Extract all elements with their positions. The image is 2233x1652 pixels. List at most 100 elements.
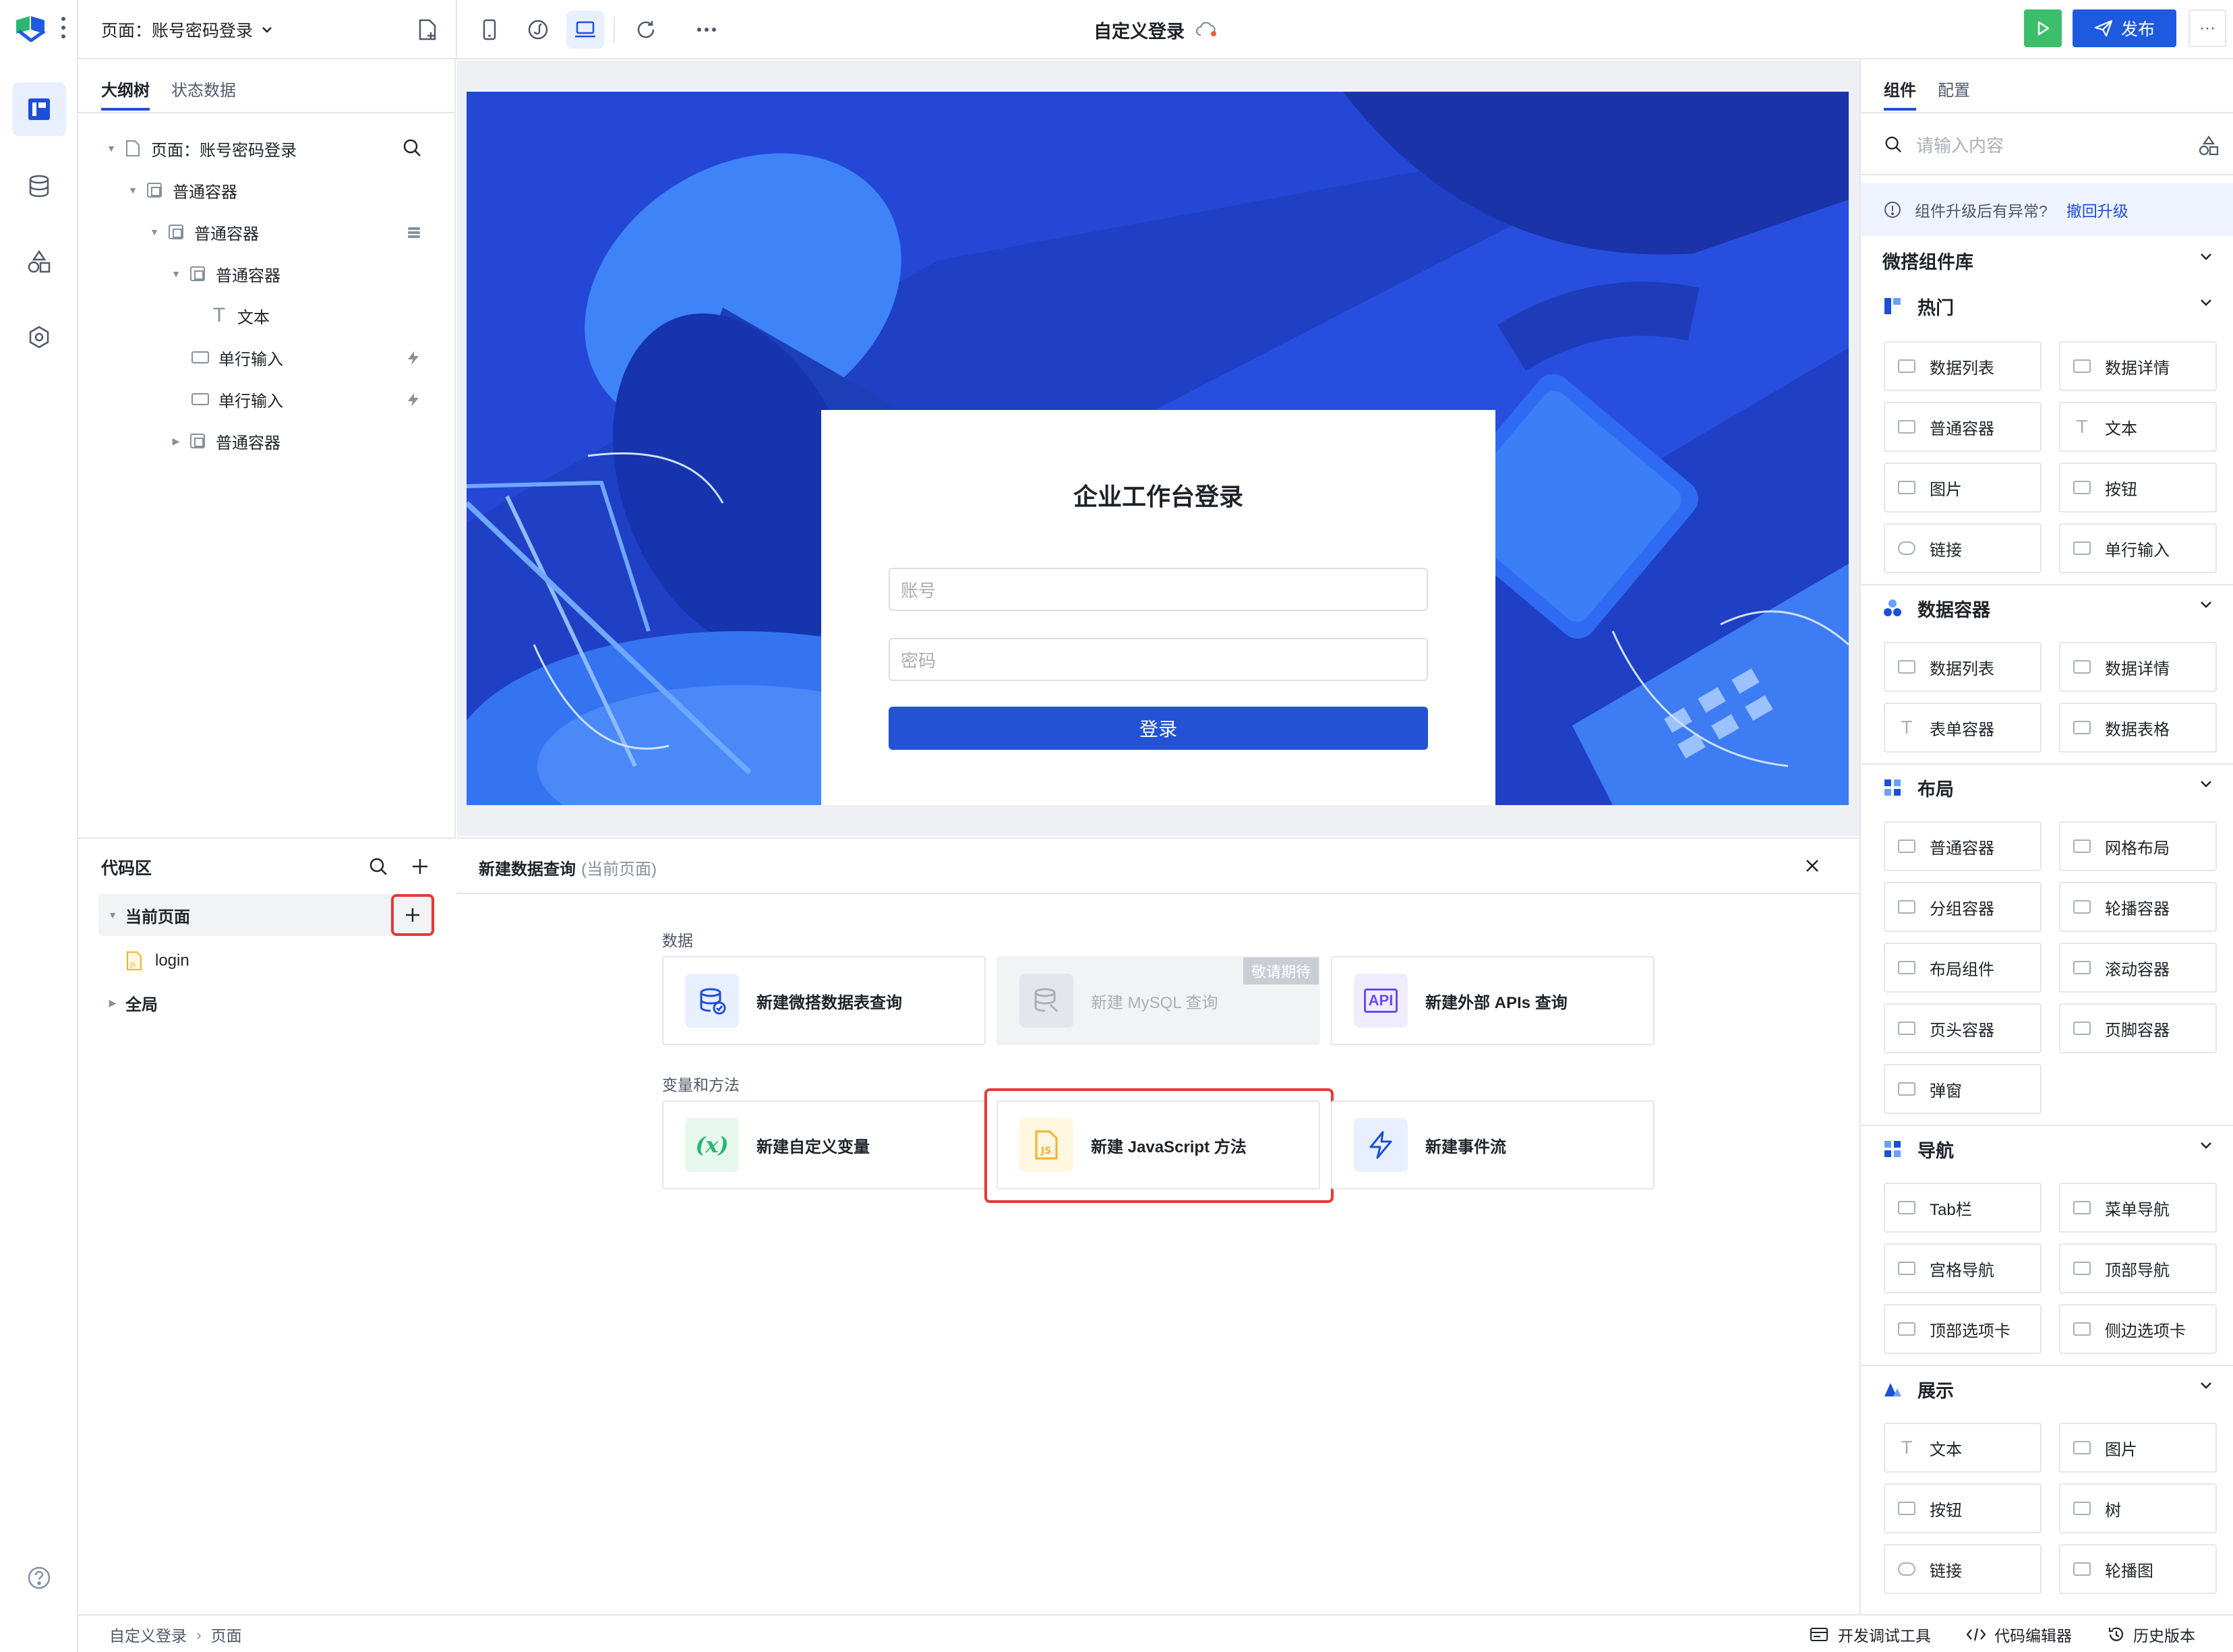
section-data-container-header[interactable]: 数据容器 [1861,587,2233,630]
caret-down-icon[interactable]: ▼ [148,226,160,238]
section-navigation-header[interactable]: 导航 [1861,1127,2233,1171]
desktop-view-button[interactable] [566,11,604,49]
tab-config[interactable]: 配置 [1938,77,1970,100]
component-data-list[interactable]: 数据列表 [1884,341,2042,391]
revert-upgrade-link[interactable]: 撤回升级 [2066,198,2128,221]
component-link[interactable]: 链接 [1884,1544,2042,1594]
tree-node-container[interactable]: ▼ 普通容器 [170,254,280,294]
tree-node-text[interactable]: T 文本 [210,295,270,336]
component-group-container[interactable]: 分组容器 [1884,882,2042,932]
new-external-api-query-card[interactable]: API 新建外部 APIs 查询 [1331,956,1655,1045]
tree-node-input[interactable]: 单行输入 [191,379,283,419]
component-header-container[interactable]: 页头容器 [1884,1003,2042,1053]
section-display-header[interactable]: 展示 [1861,1367,2233,1411]
component-input[interactable]: 单行输入 [2059,523,2217,573]
caret-down-icon[interactable]: ▼ [105,142,117,154]
layout-panel-icon[interactable] [12,82,66,136]
tree-node-container[interactable]: ▶ 普通容器 [170,421,280,461]
component-image[interactable]: 图片 [2059,1423,2217,1473]
publish-button[interactable]: 发布 [2073,9,2176,47]
code-group-global[interactable]: ▶ 全局 [107,982,158,1024]
component-tab-bar[interactable]: Tab栏 [1884,1183,2042,1233]
code-editor-button[interactable]: 代码编辑器 [1966,1624,2072,1645]
component-image[interactable]: 图片 [1884,463,2042,512]
component-tree[interactable]: 树 [2059,1483,2217,1533]
section-layout-header[interactable]: 布局 [1861,766,2233,809]
component-container[interactable]: 普通容器 [1884,402,2042,452]
tree-node-container[interactable]: ▼ 普通容器 [127,170,237,210]
tab-outline-tree[interactable]: 大纲树 [101,77,150,111]
section-hot-header[interactable]: 热门 [1861,285,2233,328]
search-input[interactable]: 请输入内容 [1916,132,2004,157]
component-text[interactable]: T 文本 [1884,1423,2042,1473]
login-card[interactable]: 企业工作台登录 账号 密码 登录 [821,410,1495,805]
component-menu-nav[interactable]: 菜单导航 [2059,1183,2217,1233]
component-side-tabs[interactable]: 侧边选项卡 [2059,1304,2217,1354]
code-file-login[interactable]: JS login [125,940,189,982]
breadcrumb-app[interactable]: 自定义登录 [109,1623,187,1646]
component-data-detail[interactable]: 数据详情 [2059,341,2217,391]
component-text[interactable]: T 文本 [2059,402,2217,452]
component-scroll-container[interactable]: 滚动容器 [2059,943,2217,993]
new-javascript-method-card[interactable]: JS 新建 JavaScript 方法 [996,1100,1320,1189]
settings-hexagon-icon[interactable] [12,310,66,364]
mini-program-view-button[interactable] [519,11,557,49]
help-icon[interactable] [12,1551,66,1605]
caret-right-icon[interactable]: ▶ [107,997,119,1009]
caret-down-icon[interactable]: ▼ [170,268,182,280]
component-layout[interactable]: 布局组件 [1884,943,2042,993]
devtools-button[interactable]: 开发调试工具 [1810,1624,1931,1645]
outline-search-icon[interactable] [402,138,422,158]
component-carousel[interactable]: 轮播图 [2059,1544,2217,1594]
new-custom-variable-card[interactable]: (x) 新建自定义变量 [662,1100,986,1189]
component-search[interactable]: 请输入内容 [1861,115,2233,175]
component-data-detail[interactable]: 数据详情 [2059,642,2217,692]
page-selector[interactable]: 页面：账号密码登录 [101,16,273,43]
components-icon[interactable] [12,235,66,289]
library-header[interactable]: 微搭组件库 [1861,239,2233,282]
code-search-icon[interactable] [368,856,388,877]
tree-node-input[interactable]: 单行输入 [191,337,283,378]
refresh-button[interactable] [627,11,665,49]
component-link[interactable]: 链接 [1884,523,2042,573]
component-modal[interactable]: 弹窗 [1884,1064,2042,1114]
component-data-list[interactable]: 数据列表 [1884,642,2042,692]
close-icon[interactable] [1804,858,1820,874]
login-button[interactable]: 登录 [889,707,1428,750]
tree-node-page[interactable]: ▼ 页面：账号密码登录 [105,128,297,169]
history-button[interactable]: 历史版本 [2108,1624,2195,1645]
new-event-flow-card[interactable]: 新建事件流 [1331,1100,1655,1189]
component-container[interactable]: 普通容器 [1884,821,2042,871]
breadcrumb-page[interactable]: 页面 [211,1623,242,1646]
tab-components[interactable]: 组件 [1884,77,1916,111]
database-icon[interactable] [12,159,66,213]
app-menu-icon[interactable] [61,16,66,39]
account-input[interactable]: 账号 [889,568,1428,611]
tab-state-data[interactable]: 状态数据 [171,77,236,100]
add-code-button[interactable] [392,895,433,935]
caret-right-icon[interactable]: ▶ [170,435,182,447]
run-preview-button[interactable] [2024,9,2062,47]
password-input[interactable]: 密码 [889,638,1428,681]
component-carousel-container[interactable]: 轮播容器 [2059,882,2217,932]
component-button[interactable]: 按钮 [2059,463,2217,512]
code-add-icon[interactable] [411,858,429,875]
tree-node-container[interactable]: ▼ 普通容器 [148,212,259,252]
component-data-table[interactable]: 数据表格 [2059,703,2217,753]
caret-down-icon[interactable]: ▼ [107,909,119,921]
component-manage-icon[interactable] [2198,135,2220,156]
component-top-tabs[interactable]: 顶部选项卡 [1884,1304,2042,1354]
mobile-view-button[interactable] [471,11,508,49]
component-button[interactable]: 按钮 [1884,1483,2042,1533]
add-page-button[interactable] [409,11,446,49]
more-tools-button[interactable] [688,11,725,49]
component-footer-container[interactable]: 页脚容器 [2059,1003,2217,1053]
component-grid-layout[interactable]: 网格布局 [2059,821,2217,871]
component-grid-nav[interactable]: 宫格导航 [1884,1243,2042,1293]
more-menu-button[interactable]: ··· [2189,9,2226,47]
code-group-current-page[interactable]: ▼ 当前页面 [98,894,436,936]
component-top-nav[interactable]: 顶部导航 [2059,1243,2217,1293]
caret-down-icon[interactable]: ▼ [127,184,139,196]
new-weida-query-card[interactable]: 新建微搭数据表查询 [662,956,986,1045]
component-form-container[interactable]: T 表单容器 [1884,703,2042,753]
